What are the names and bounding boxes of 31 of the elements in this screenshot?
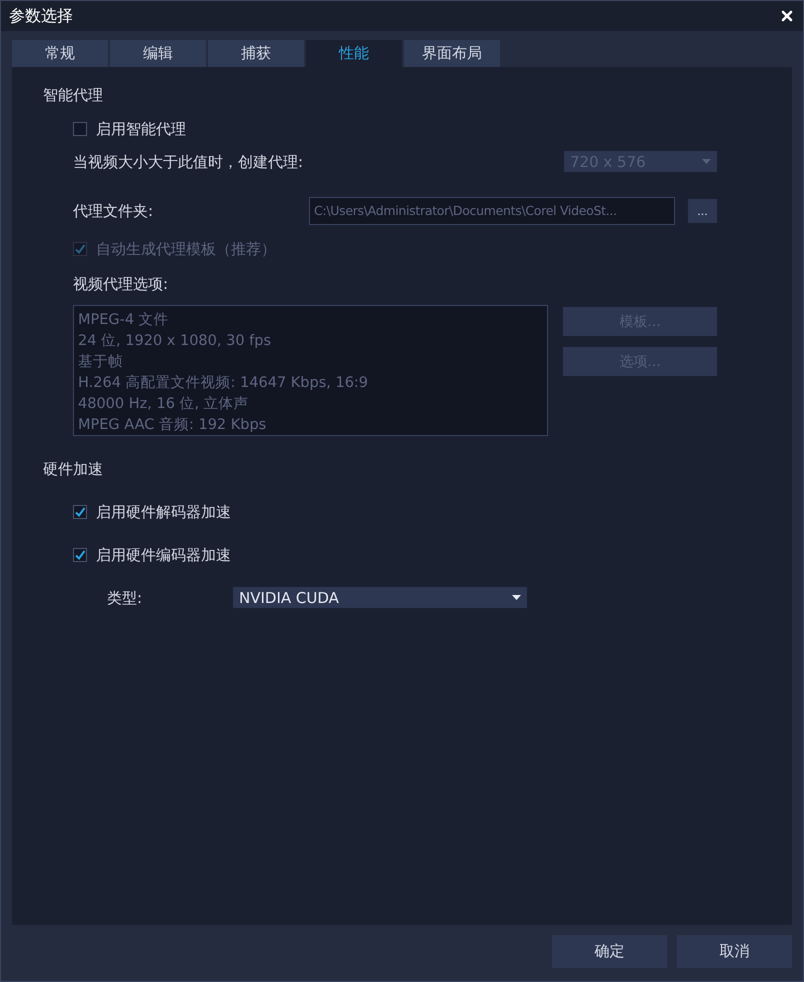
checkbox-label: 自动生成代理模板（推荐） — [96, 239, 276, 259]
section-heading: 智能代理 — [43, 85, 104, 105]
option-line: 基于帧 — [78, 353, 124, 372]
option-line: MPEG AAC 音频: 192 Kbps — [78, 416, 268, 435]
tab[interactable]: 常规 — [12, 40, 108, 67]
tab[interactable]: 捕获 — [208, 40, 304, 67]
option-line: 48000 Hz, 16 位, 立体声 — [78, 394, 250, 414]
window-title: 参数选择 — [9, 6, 73, 26]
dropdown-arrow-icon — [702, 159, 711, 164]
type-dropdown[interactable]: NVIDIA CUDA — [233, 587, 527, 608]
option-line: 24 位, 1920 x 1080, 30 fps — [78, 332, 272, 351]
checkbox-label: 启用智能代理 — [96, 119, 186, 139]
field-label: 代理文件夹: — [73, 201, 154, 221]
option-line: MPEG-4 文件 — [78, 311, 170, 330]
dropdown-arrow-icon — [512, 595, 521, 600]
tab[interactable]: 性能 — [306, 40, 402, 67]
field-label: 类型: — [107, 588, 144, 608]
checkbox-label: 启用硬件解码器加速 — [96, 502, 231, 522]
dialog-button[interactable]: 确定 — [552, 935, 667, 968]
tab[interactable]: 编辑 — [110, 40, 206, 67]
option-line: H.264 高配置文件视频: 14647 Kbps, 16:9 — [78, 374, 370, 393]
dialog-button[interactable]: 取消 — [677, 935, 792, 968]
checkbox[interactable] — [73, 505, 87, 519]
checkbox-label: 启用硬件编码器加速 — [96, 545, 231, 565]
close-icon[interactable] — [781, 10, 793, 22]
field-label: 当视频大小大于此值时，创建代理: — [73, 152, 304, 172]
tab[interactable]: 界面布局 — [404, 40, 500, 67]
field-label: 视频代理选项: — [73, 274, 170, 294]
checkbox[interactable] — [73, 122, 87, 136]
section-heading: 硬件加速 — [43, 459, 104, 479]
checkbox[interactable] — [73, 548, 87, 562]
